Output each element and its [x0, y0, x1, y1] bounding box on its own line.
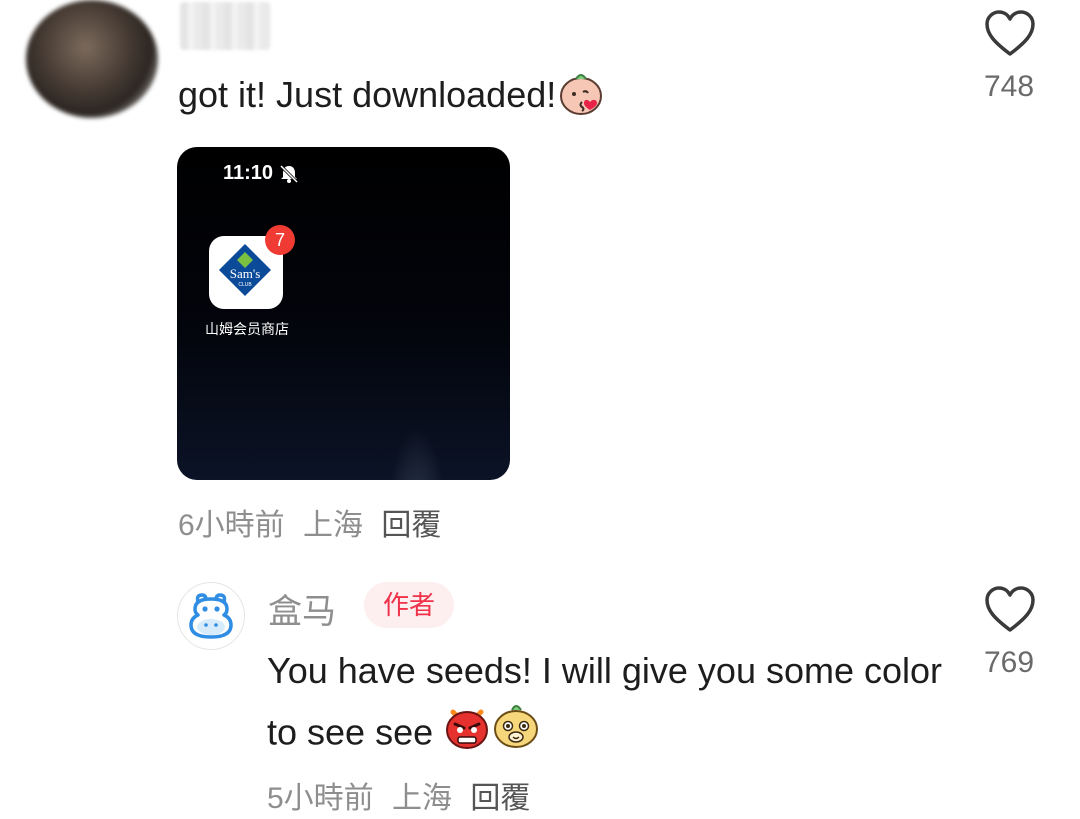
commenter-avatar[interactable]: [26, 0, 158, 118]
reply-like-count: 769: [983, 646, 1035, 679]
reply-like-heart-icon[interactable]: [984, 586, 1036, 634]
commenter-name-redacted[interactable]: [180, 2, 270, 50]
comment-time: 6小時前: [178, 509, 285, 542]
bell-off-icon: [279, 164, 299, 184]
comment-text-body: got it! Just downloaded!: [178, 74, 557, 116]
author-avatar[interactable]: [177, 582, 245, 650]
reply-button[interactable]: 回覆: [381, 509, 441, 542]
thumbnail-clock: 11:10: [223, 162, 274, 184]
comment-text: got it! Just downloaded!: [178, 68, 606, 127]
angry-face-emoji-icon: [443, 702, 491, 768]
app-logo-text: Sam's: [230, 266, 261, 281]
like-heart-icon[interactable]: [984, 10, 1036, 58]
smug-face-emoji-icon: [491, 701, 541, 769]
like-count: 748: [983, 70, 1035, 103]
shy-kiss-emoji-icon: [556, 68, 606, 127]
comment-location: 上海: [303, 509, 364, 542]
author-name[interactable]: 盒马: [268, 584, 336, 633]
app-label: 山姆会员商店: [205, 321, 289, 337]
notification-badge: 7: [265, 225, 295, 255]
comment-meta: 6小時前 上海 回覆: [178, 500, 451, 544]
reply-text: You have seeds! I will give you some col…: [267, 640, 947, 769]
app-logo-subtext: CLUB: [238, 282, 252, 288]
reply-time: 5小時前: [267, 782, 374, 815]
reply-reply-button[interactable]: 回覆: [470, 782, 530, 815]
reply-location: 上海: [392, 782, 453, 815]
author-tag: 作者: [364, 582, 454, 628]
comment-image[interactable]: 11:10 Sam's CLUB 7 山姆会员商店: [177, 147, 510, 480]
reply-meta: 5小時前 上海 回覆: [267, 773, 540, 817]
thumbnail-glow: [387, 427, 447, 480]
reply-text-body: You have seeds! I will give you some col…: [267, 650, 943, 753]
hippo-avatar-icon: [189, 593, 233, 639]
